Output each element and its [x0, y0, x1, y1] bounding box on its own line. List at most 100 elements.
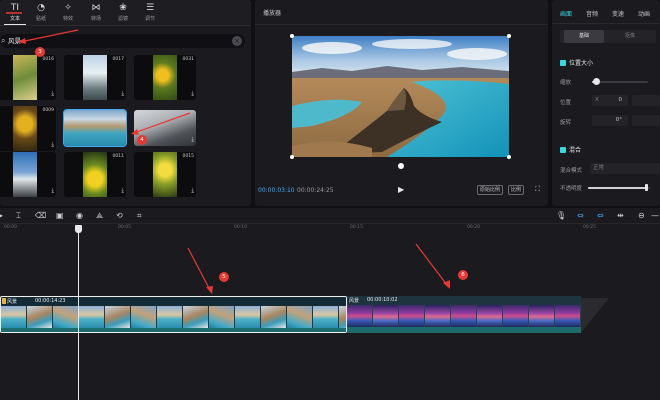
editor-root: TI 文本 ◔ 贴纸 ✧ 特效 ⋈ 转场 ❀ 滤镜 ☰ 调节 ⌕ 风景 × 00…: [0, 0, 660, 400]
clip-frames: [347, 305, 581, 327]
crop-icon[interactable]: ⌗: [137, 211, 142, 221]
annotation-badge: 3: [35, 47, 45, 57]
media-item[interactable]: 0016 ⤓: [0, 55, 56, 100]
properties-tabs: 画面 音频 变速 动画: [552, 0, 660, 24]
x-prefix: X: [595, 97, 599, 103]
player-panel: 播放器 00:00:03:10 00:00:24:25 ▶ 原始比例 比例 ⛶: [255, 0, 548, 206]
tab-transition[interactable]: ⋈ 转场: [85, 2, 107, 26]
filmstrip-frame: [529, 305, 554, 327]
ruler-label: 00:15: [350, 225, 363, 230]
time-ruler[interactable]: 00:00 00:05 00:10 00:15 00:20 00:25: [0, 225, 660, 235]
section-title: 混合: [569, 147, 582, 154]
split-icon[interactable]: ⌶: [16, 211, 21, 221]
fullscreen-icon[interactable]: ⛶: [535, 185, 540, 194]
search-value: 风景: [8, 37, 21, 45]
media-thumbnail: [13, 106, 37, 151]
clear-search-button[interactable]: ×: [232, 36, 242, 46]
tab-label: 滤镜: [117, 16, 128, 22]
select-tool-icon[interactable]: ▸: [0, 211, 3, 221]
section-blend[interactable]: 混合: [560, 145, 581, 154]
filmstrip-frame: [477, 305, 502, 327]
subtab-basic[interactable]: 基础: [564, 30, 604, 43]
rotate-icon[interactable]: ⟲: [116, 211, 123, 221]
tab-animation[interactable]: 动画: [638, 9, 650, 18]
media-item[interactable]: 0011 ⤓: [64, 152, 126, 197]
media-thumbnail: [83, 55, 107, 100]
download-icon[interactable]: ⤓: [191, 136, 194, 144]
filmstrip-frame: [105, 306, 130, 328]
tab-audio[interactable]: 音频: [586, 9, 598, 18]
rotation-label: 旋转: [560, 120, 572, 126]
clip-duration: 00:00:10:02: [367, 297, 398, 303]
position-x-field[interactable]: X 0: [592, 95, 628, 106]
search-input[interactable]: ⌕ 风景 ×: [0, 34, 245, 48]
video-preview[interactable]: [292, 36, 509, 157]
microphone-icon[interactable]: 🎙: [556, 211, 566, 221]
media-item[interactable]: 0031 ⤓: [134, 55, 196, 100]
subtab-keying[interactable]: 抠像: [610, 30, 650, 43]
delete-icon[interactable]: ⌫: [35, 211, 46, 221]
filmstrip-frame: [131, 306, 156, 328]
tab-sticker[interactable]: ◔ 贴纸: [30, 2, 52, 26]
position-y-field[interactable]: [632, 95, 660, 106]
media-thumbnail: [13, 55, 37, 100]
original-ratio-button[interactable]: 原始比例: [477, 185, 504, 195]
media-item[interactable]: 0015 ⤓: [134, 152, 196, 197]
play-button[interactable]: ▶: [398, 185, 404, 194]
rotation-field[interactable]: 0°: [592, 115, 628, 126]
rotation-extra-field[interactable]: [632, 115, 660, 126]
download-icon[interactable]: ⤓: [191, 90, 194, 98]
scale-slider-knob[interactable]: [593, 78, 601, 85]
zoom-out-icon[interactable]: ⊖: [638, 211, 645, 221]
media-item[interactable]: 0009 ⤓: [0, 106, 56, 151]
filmstrip-frame: [503, 305, 528, 327]
download-icon[interactable]: ⤓: [121, 90, 124, 98]
download-icon[interactable]: ⤓: [121, 187, 124, 195]
clip-name: 风景: [349, 298, 360, 304]
filter-icon: ❀: [119, 3, 127, 13]
media-panel: TI 文本 ◔ 贴纸 ✧ 特效 ⋈ 转场 ❀ 滤镜 ☰ 调节 ⌕ 风景 × 00…: [0, 0, 251, 206]
resize-handle[interactable]: [507, 34, 511, 38]
checkbox-icon[interactable]: [560, 147, 566, 153]
section-position-size[interactable]: 位置大小: [560, 58, 593, 67]
zoom-slider[interactable]: —: [651, 211, 659, 221]
filmstrip-frame: [235, 306, 260, 328]
tab-adjust[interactable]: ☰ 调节: [139, 2, 161, 26]
resize-handle[interactable]: [290, 155, 294, 159]
link-icon[interactable]: ⇔: [577, 211, 584, 221]
media-item-selected[interactable]: [63, 109, 127, 147]
ratio-button[interactable]: 比例: [508, 185, 525, 195]
media-item[interactable]: ⤓: [0, 152, 56, 197]
video-clip-1[interactable]: 风景 00:00:14:23: [0, 296, 347, 333]
snap-icon[interactable]: ⇔: [597, 211, 604, 221]
opacity-slider-fill: [588, 187, 649, 189]
tab-picture[interactable]: 画面: [560, 9, 572, 18]
resize-handle[interactable]: [290, 34, 294, 38]
preview-axis-icon[interactable]: ⇹: [617, 211, 624, 221]
reverse-icon[interactable]: ◉: [76, 211, 83, 221]
media-duration: 0017: [112, 57, 124, 62]
download-icon[interactable]: ⤓: [51, 90, 54, 98]
tab-effects[interactable]: ✧ 特效: [57, 2, 79, 26]
playhead[interactable]: [78, 228, 79, 400]
tab-filter[interactable]: ❀ 滤镜: [112, 2, 134, 26]
rotate-handle[interactable]: [398, 163, 404, 169]
freeze-icon[interactable]: ▣: [56, 211, 64, 221]
resize-handle[interactable]: [507, 155, 511, 159]
download-icon[interactable]: ⤓: [51, 141, 54, 149]
tab-text[interactable]: TI 文本: [4, 2, 26, 26]
blend-mode-select[interactable]: 正常: [590, 163, 660, 174]
download-icon[interactable]: ⤓: [191, 187, 194, 195]
media-thumbnail: [83, 152, 107, 197]
scale-slider[interactable]: [592, 78, 648, 85]
media-item[interactable]: 0017 ⤓: [64, 55, 126, 100]
playhead-handle[interactable]: [75, 225, 82, 233]
tab-label: 文本: [9, 16, 20, 22]
tab-speed[interactable]: 变速: [612, 9, 624, 18]
video-clip-2[interactable]: 风景 00:00:10:02: [347, 296, 581, 333]
download-icon[interactable]: ⤓: [51, 187, 54, 195]
mirror-icon[interactable]: ⟁: [96, 211, 103, 221]
opacity-slider-knob[interactable]: [645, 184, 649, 191]
opacity-slider[interactable]: [588, 184, 650, 191]
checkbox-icon[interactable]: [560, 60, 566, 66]
